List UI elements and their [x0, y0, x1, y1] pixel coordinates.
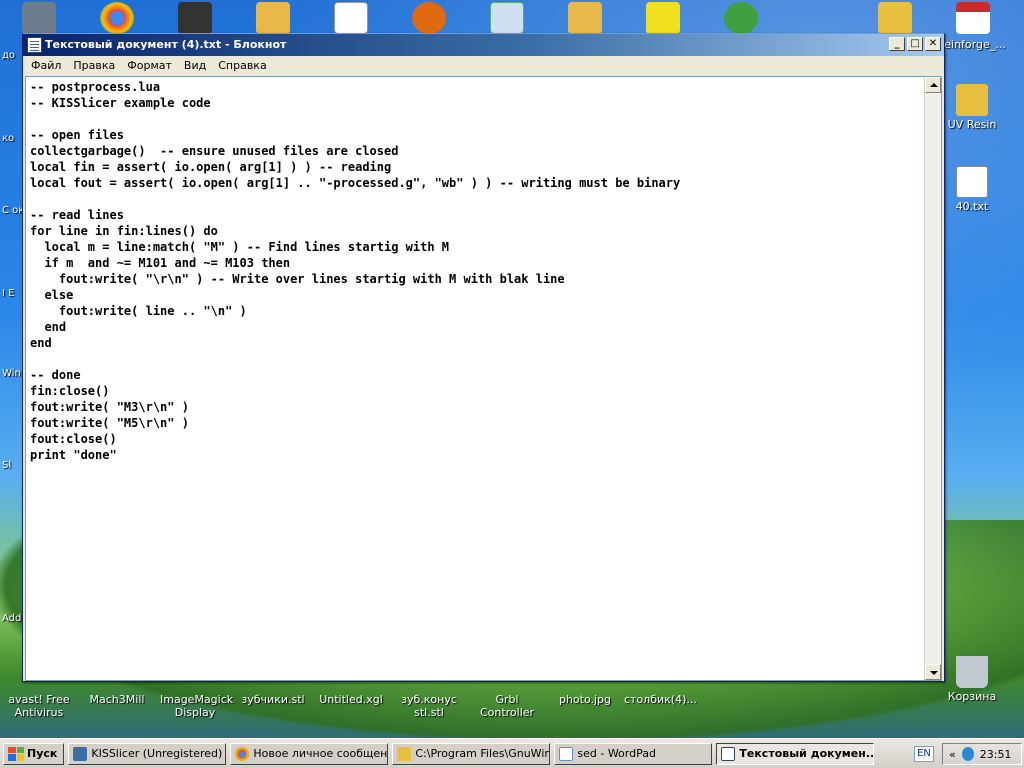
clock[interactable]: 23:51 [980, 748, 1012, 761]
desktop-icon-uv-resin[interactable]: UV Resin [937, 84, 1007, 131]
kisslicer-icon [73, 746, 88, 761]
desktop-icon-top-1[interactable] [22, 2, 56, 34]
edge-fragment[interactable]: Add [2, 613, 21, 624]
desktop-icon-stolbik[interactable]: столбик(4)... [624, 693, 697, 706]
edge-fragment[interactable]: C ок [2, 205, 24, 216]
notepad-icon [721, 746, 736, 761]
edge-fragment[interactable]: I E [2, 288, 14, 299]
desktop-icon-label: зубчики.stl [241, 693, 305, 706]
desktop-icon-top-10[interactable] [724, 2, 758, 34]
desktop-icon-recycle-bin[interactable]: Корзина [937, 656, 1007, 703]
desktop-icon-pdf[interactable] [956, 2, 990, 34]
desktop-icon-label: avast! Free Antivirus [8, 693, 70, 719]
edge-fragment[interactable]: до [2, 50, 15, 61]
taskbar-item-explorer[interactable]: C:\Program Files\GnuWin... [392, 742, 551, 765]
desktop-icon-grbl-controller[interactable]: Grbl Controller [472, 693, 542, 719]
desktop-icon-label: 40.txt [955, 200, 989, 213]
desktop-icon-label: Untitled.xgl [319, 693, 383, 706]
menu-edit[interactable]: Правка [67, 56, 121, 75]
recycle-bin-icon [956, 656, 988, 688]
desktop-icon-label: Корзина [947, 690, 997, 703]
desktop-icon-label: зуб.конус stl.stl [401, 693, 457, 719]
desktop-icon-zubchiki[interactable]: зубчики.stl [238, 693, 308, 706]
desktop-icon-label: Mach3Mill [89, 693, 145, 706]
desktop-icon-imagemagick[interactable]: ImageMagick Display [160, 693, 234, 719]
menu-file[interactable]: Файл [25, 56, 67, 75]
edge-fragment[interactable]: ко [2, 133, 14, 144]
window-title: Текстовый документ (4).txt - Блокнот [45, 38, 287, 51]
desktop-icon-warning[interactable] [646, 2, 680, 34]
desktop-icon-untitled-xgl[interactable]: Untitled.xgl [316, 693, 386, 706]
notepad-icon[interactable] [27, 37, 42, 53]
window-controls: _ □ ✕ [889, 37, 941, 51]
system-tray: « 23:51 [942, 743, 1022, 765]
desktop-icon-40-txt[interactable]: 40.txt [937, 166, 1007, 213]
title-bar[interactable]: Текстовый документ (4).txt - Блокнот _ □… [23, 34, 944, 56]
minimize-button[interactable]: _ [889, 37, 905, 51]
desktop-icon-label: столбик(4)... [624, 693, 697, 706]
desktop-icon-top-7[interactable] [490, 2, 524, 34]
vertical-scrollbar[interactable] [924, 77, 941, 680]
desktop-icon-label: ImageMagick Display [160, 693, 234, 719]
taskbar-item-wordpad[interactable]: sed - WordPad [554, 742, 713, 765]
desktop-icon-top-3[interactable] [178, 2, 212, 34]
desktop-icon-doc-1[interactable] [334, 2, 368, 34]
desktop-icon-photo-jpg[interactable]: photo.jpg [550, 693, 620, 706]
menu-view[interactable]: Вид [178, 56, 212, 75]
language-indicator[interactable]: EN [914, 746, 934, 762]
tray-app-icon[interactable] [961, 747, 974, 761]
taskbar: Пуск KISSlicer (Unregistered) Новое личн… [0, 738, 1024, 768]
text-editor[interactable]: -- postprocess.lua -- KISSlicer example … [25, 76, 942, 681]
start-label: Пуск [27, 747, 58, 760]
desktop-icon-top-6[interactable] [412, 2, 446, 34]
taskbar-item-chrome[interactable]: Новое личное сообщен... [230, 742, 389, 765]
desktop-icon-mach3mill[interactable]: Mach3Mill [82, 693, 152, 706]
windows-flag-icon [8, 746, 24, 761]
document-text[interactable]: -- postprocess.lua -- KISSlicer example … [30, 79, 921, 678]
taskbar-item-label: Текстовый докумен... [739, 747, 875, 760]
scroll-up-button[interactable] [925, 77, 941, 93]
menu-format[interactable]: Формат [121, 56, 178, 75]
desktop-icon-label: UV Resin [947, 118, 997, 131]
taskbar-item-label: C:\Program Files\GnuWin... [415, 747, 551, 760]
taskbar-item-notepad[interactable]: Текстовый докумен... [716, 742, 875, 765]
desktop-icon-label: photo.jpg [558, 693, 612, 706]
desktop-icon-box-1[interactable] [256, 2, 290, 34]
taskbar-item-label: Новое личное сообщен... [253, 747, 389, 760]
notepad-window[interactable]: Текстовый документ (4).txt - Блокнот _ □… [22, 33, 945, 682]
start-button[interactable]: Пуск [3, 742, 65, 765]
desktop-icon-label: keinforge_... [938, 38, 1006, 51]
desktop-icon-keinforge[interactable]: keinforge_... [937, 36, 1007, 51]
text-file-icon [956, 166, 988, 198]
folder-icon [956, 84, 988, 116]
desktop-icon-folder-top[interactable] [878, 2, 912, 34]
chrome-icon [235, 746, 250, 761]
menu-help[interactable]: Справка [212, 56, 272, 75]
folder-icon [397, 746, 412, 761]
taskbar-item-label: KISSlicer (Unregistered) [91, 747, 223, 760]
desktop-icon-chrome[interactable] [100, 2, 134, 34]
desktop-icon-zub-konus[interactable]: зуб.конус stl.stl [394, 693, 464, 719]
desktop-icon-label: Grbl Controller [479, 693, 535, 719]
edge-fragment[interactable]: Sl [2, 460, 11, 471]
taskbar-item-kisslicer[interactable]: KISSlicer (Unregistered) [68, 742, 227, 765]
menu-bar: Файл Правка Формат Вид Справка [23, 56, 944, 75]
taskbar-item-label: sed - WordPad [577, 747, 656, 760]
desktop-icon-avast[interactable]: avast! Free Antivirus [4, 693, 74, 719]
maximize-button[interactable]: □ [907, 37, 923, 51]
scroll-down-button[interactable] [925, 664, 941, 680]
edge-fragment[interactable]: Win [2, 368, 21, 379]
desktop-icon-box-2[interactable] [568, 2, 602, 34]
close-button[interactable]: ✕ [925, 37, 941, 51]
wordpad-icon [559, 746, 574, 761]
tray-expand-chevron-icon[interactable]: « [949, 748, 956, 761]
